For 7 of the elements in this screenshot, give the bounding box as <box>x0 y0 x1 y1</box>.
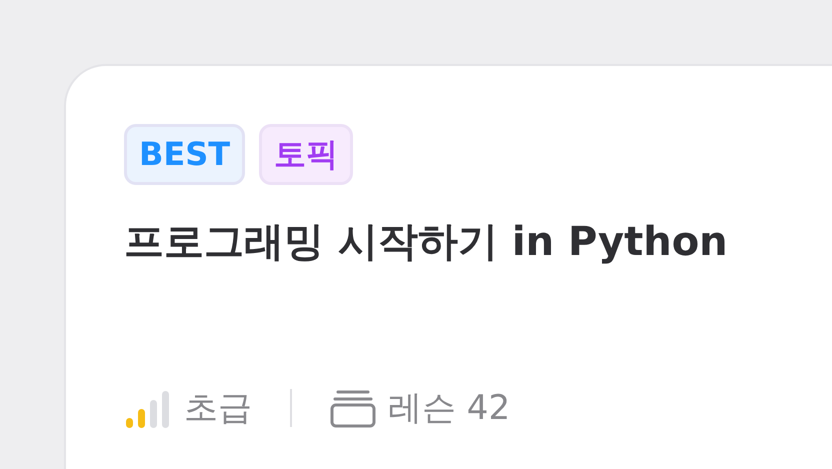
tag-label: 토픽 <box>259 124 354 185</box>
difficulty-label: 초급 <box>184 387 252 430</box>
tag-label: BEST <box>124 124 246 185</box>
cards-icon <box>330 388 376 428</box>
lesson-count: 레슨 42 <box>388 387 510 430</box>
course-title: 프로그래밍 시작하기 in Python <box>124 218 729 267</box>
course-card[interactable]: BEST 토픽 프로그래밍 시작하기 in Python 초급 레슨 42 <box>64 64 832 469</box>
